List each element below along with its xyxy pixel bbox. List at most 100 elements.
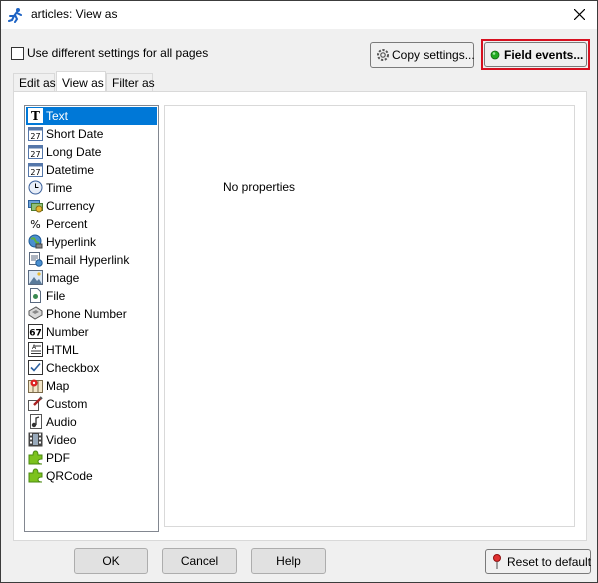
text-T-icon: T — [28, 108, 43, 123]
file-icon — [28, 288, 43, 303]
list-item-audio[interactable]: Audio — [26, 413, 157, 431]
number-icon: 67 — [28, 324, 43, 339]
audio-icon — [28, 414, 43, 429]
list-item-number[interactable]: 67 Number — [26, 323, 157, 341]
list-item-label: Number — [46, 325, 89, 339]
cancel-label: Cancel — [180, 554, 219, 568]
copy-settings-button[interactable]: Copy settings... — [370, 42, 475, 68]
list-item-label: Percent — [46, 217, 88, 231]
title-bar: articles: View as — [1, 1, 597, 29]
cancel-button[interactable]: Cancel — [162, 548, 237, 574]
list-item-label: Checkbox — [46, 361, 100, 375]
tab-label: View as — [62, 76, 104, 90]
list-item-label: File — [46, 289, 66, 303]
email-icon — [28, 252, 43, 267]
puzzle-icon — [28, 450, 43, 465]
close-button[interactable] — [563, 1, 597, 29]
list-item-label: Short Date — [46, 127, 104, 141]
list-item-percent[interactable]: % Percent — [26, 215, 157, 233]
list-item-label: QRCode — [46, 469, 93, 483]
gear-icon — [377, 49, 389, 61]
list-item-label: Map — [46, 379, 70, 393]
format-list[interactable]: T Text 27 Short Date 27 Long Date 27 Dat… — [24, 105, 159, 532]
list-item-currency[interactable]: Currency — [26, 197, 157, 215]
list-item-label: HTML — [46, 343, 79, 357]
list-item-label: Time — [46, 181, 73, 195]
svg-text:%: % — [30, 218, 40, 231]
list-item-label: Currency — [46, 199, 95, 213]
field-events-label: Field events... — [504, 47, 584, 62]
list-item-image[interactable]: Image — [26, 269, 157, 287]
tab-edit-as[interactable]: Edit as — [13, 73, 56, 91]
list-item-label: Video — [46, 433, 77, 447]
checkbox-icon — [28, 360, 43, 375]
tab-filter-as[interactable]: Filter as — [106, 73, 155, 91]
phone-icon — [28, 306, 43, 321]
calendar-icon: 27 — [28, 144, 43, 159]
list-item-label: Custom — [46, 397, 88, 411]
list-item-long-date[interactable]: 27 Long Date — [26, 143, 157, 161]
list-item-label: Hyperlink — [46, 235, 97, 249]
list-item-email-hyperlink[interactable]: Email Hyperlink — [26, 251, 157, 269]
pin-icon — [493, 554, 501, 569]
window-title: articles: View as — [31, 7, 118, 21]
svg-text:T: T — [31, 109, 40, 123]
ok-label: OK — [102, 554, 120, 568]
tab-label: Edit as — [19, 76, 56, 90]
list-item-short-date[interactable]: 27 Short Date — [26, 125, 157, 143]
clock-icon — [28, 180, 43, 195]
tab-label: Filter as — [112, 76, 155, 90]
no-properties-text: No properties — [223, 180, 296, 194]
field-events-button[interactable]: Field events... — [484, 42, 587, 67]
calendar-icon: 27 — [28, 126, 43, 141]
ok-button[interactable]: OK — [74, 548, 148, 574]
properties-panel: No properties — [164, 105, 575, 527]
close-icon — [574, 9, 585, 20]
reset-to-default-button[interactable]: Reset to default — [485, 549, 591, 574]
video-icon — [28, 432, 43, 447]
money-icon — [28, 198, 43, 213]
image-icon — [28, 270, 43, 285]
list-item-file[interactable]: File — [26, 287, 157, 305]
list-item-label: Datetime — [46, 163, 95, 177]
calendar-icon: 27 — [28, 162, 43, 177]
list-item-label: Image — [46, 271, 80, 285]
reset-label: Reset to default — [507, 554, 592, 569]
list-item-label: Long Date — [46, 145, 102, 159]
list-item-phone-number[interactable]: Phone Number — [26, 305, 157, 323]
html-icon: A — [28, 342, 43, 357]
different-settings-label: Use different settings for all pages — [27, 46, 209, 60]
list-item-qrcode[interactable]: QRCode — [26, 467, 157, 485]
list-item-label: Phone Number — [46, 307, 127, 321]
list-item-map[interactable]: Map — [26, 377, 157, 395]
list-item-pdf[interactable]: PDF — [26, 449, 157, 467]
list-item-checkbox[interactable]: Checkbox — [26, 359, 157, 377]
list-item-html[interactable]: A HTML — [26, 341, 157, 359]
tab-view-as[interactable]: View as — [56, 71, 106, 92]
different-settings-checkbox[interactable] — [11, 47, 24, 60]
copy-settings-label: Copy settings... — [392, 48, 475, 62]
svg-text:67: 67 — [29, 329, 42, 339]
list-item-label: Text — [46, 109, 69, 123]
custom-icon — [28, 396, 43, 411]
list-item-text[interactable]: T Text — [26, 107, 157, 125]
svg-text:27: 27 — [30, 168, 40, 177]
list-item-datetime[interactable]: 27 Datetime — [26, 161, 157, 179]
help-button[interactable]: Help — [251, 548, 326, 574]
svg-text:27: 27 — [30, 132, 40, 141]
list-item-label: Audio — [46, 415, 77, 429]
list-item-time[interactable]: Time — [26, 179, 157, 197]
svg-text:27: 27 — [30, 150, 40, 159]
list-item-custom[interactable]: Custom — [26, 395, 157, 413]
list-item-label: PDF — [46, 451, 70, 465]
globe-icon — [28, 234, 43, 249]
help-label: Help — [276, 554, 301, 568]
puzzle-icon — [28, 468, 43, 483]
dialog-window: articles: View as Use different settings… — [0, 0, 598, 583]
map-icon — [28, 378, 43, 393]
list-item-video[interactable]: Video — [26, 431, 157, 449]
list-item-label: Email Hyperlink — [46, 253, 130, 267]
percent-icon: % — [28, 216, 43, 231]
list-item-hyperlink[interactable]: Hyperlink — [26, 233, 157, 251]
runner-icon — [8, 7, 24, 23]
